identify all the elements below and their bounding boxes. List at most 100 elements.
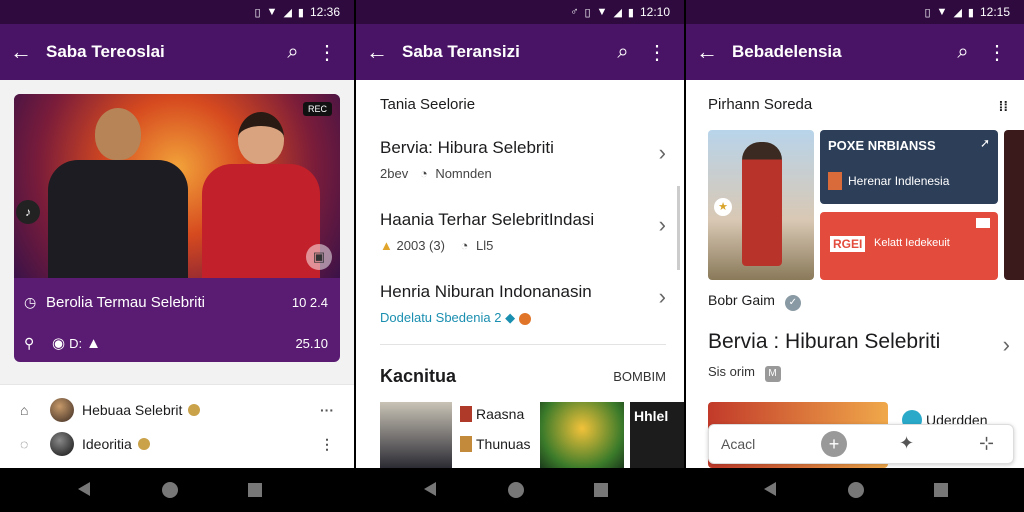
hero-meta-value: 25.10 (295, 335, 328, 351)
cast-icon[interactable]: ▣ (306, 244, 332, 270)
article-meta-a: 2003 (3) (396, 238, 445, 253)
search-icon[interactable]: ⌕ (946, 41, 980, 64)
share-icon[interactable]: ⊹ (979, 433, 994, 454)
overflow-menu-icon[interactable]: ⋮ (980, 40, 1014, 65)
nav-home-icon[interactable] (162, 482, 178, 498)
person-head (238, 112, 284, 164)
article-meta: 2bev ◔ Nomnden (380, 166, 666, 181)
status-bar: ▯ ▼ ◢ ▮ 12:36 (0, 0, 354, 24)
article-item[interactable]: Henria Niburan Indonanasin Dodelatu Sbed… (380, 282, 666, 326)
thumbnail[interactable] (540, 402, 624, 468)
wifi-icon: ▼ (936, 6, 948, 18)
mini-thumb (460, 436, 472, 452)
channel-icon[interactable]: ♪ (16, 200, 40, 224)
nav-recents-icon[interactable] (248, 483, 262, 497)
thumbnail-strip: Raasna Thunuas Hhlel (380, 402, 684, 468)
app-bar: ← Saba Tereoslai ⌕ ⋮ (0, 24, 354, 80)
coin-icon (188, 404, 201, 416)
promo-card[interactable]: RGEI Kelatt Iedekeuit (820, 212, 998, 280)
section-title: Pirhann Soreda (708, 96, 813, 113)
phone-screen-2: ♂ ▯ ▼ ◢ ▮ 12:10 ← Saba Teransizi ⌕ ⋮ Tan… (356, 0, 684, 468)
article-title: Haania Terhar SelebritIndasi (380, 210, 595, 229)
list-item-label: Ideoritia (82, 436, 132, 452)
person-head (95, 108, 141, 160)
share-icon[interactable]: ➚ (980, 136, 990, 150)
bag-icon: ▲ (86, 334, 101, 352)
wifi-icon: ▼ (266, 6, 278, 18)
list-item[interactable]: ◌ Ideoritia ⋮ (0, 427, 354, 461)
signal-icon: ◢ (283, 6, 292, 19)
vibrate-icon: ▯ (584, 6, 591, 19)
overflow-menu-icon[interactable]: ⋮ (310, 40, 344, 65)
search-icon[interactable]: ⌕ (276, 41, 310, 64)
promo-subtitle: Kelatt Iedekeuit (874, 237, 950, 249)
chevron-right-icon[interactable]: › (1003, 332, 1010, 358)
search-icon[interactable]: ⌕ (606, 41, 640, 64)
screens: ▯ ▼ ◢ ▮ 12:36 ← Saba Tereoslai ⌕ ⋮ REC ♪… (0, 0, 1024, 468)
add-circle-icon[interactable]: + (821, 431, 847, 457)
back-arrow-icon[interactable]: ← (696, 39, 732, 65)
article-item[interactable]: Haania Terhar SelebritIndasi ▲ 2003 (3) … (380, 210, 666, 253)
headline[interactable]: Bervia : Hiburan Selebriti (708, 330, 940, 354)
battery-icon: ▮ (967, 6, 974, 19)
promo-card[interactable]: POXE NRBIANSS ➚ Herenar Indlenesia (820, 130, 998, 204)
thumb-icon: ▲ (380, 238, 393, 253)
hero-image: REC ♪ ▣ (14, 94, 340, 278)
bell-icon: ⌂ (20, 402, 29, 418)
toolbar-label[interactable]: Acacl (721, 436, 755, 452)
promo-thumb (828, 172, 842, 190)
status-bar: ▯ ▼ ◢ ▮ 12:15 (686, 0, 1024, 24)
nav-back-icon[interactable] (78, 482, 90, 496)
thumbnail[interactable]: Hhlel (630, 402, 684, 468)
star-icon: ★ (714, 198, 732, 216)
thumbnail[interactable] (380, 402, 452, 468)
scrollbar[interactable] (677, 186, 680, 270)
article-item[interactable]: Bervia: Hibura Selebriti 2bev ◔ Nomnden … (380, 138, 666, 181)
person-body (202, 164, 320, 278)
overflow-menu-icon[interactable]: ⋮ (640, 40, 674, 65)
hero-value: 10 2.4 (291, 295, 328, 310)
back-arrow-icon[interactable]: ← (366, 39, 402, 65)
app-bar: ← Bebadelensia ⌕ ⋮ (686, 24, 1024, 80)
list-item-label: Hebuaa Selebrit (82, 402, 183, 418)
bookmark-icon[interactable]: ✦ (899, 433, 914, 454)
hero-card[interactable]: REC ♪ ▣ ◷ Berolia Termau Selebriti 10 2.… (14, 94, 340, 362)
avatar (50, 398, 74, 422)
badge-row: Bobr Gaim ✓ (708, 292, 801, 311)
back-arrow-icon[interactable]: ← (10, 39, 46, 65)
status-time: 12:15 (979, 5, 1010, 19)
grid-menu-icon[interactable]: ⁞⁞ (999, 98, 1008, 114)
section-title: Tania Seelorie (380, 96, 476, 113)
hero-title-row: ◷ Berolia Termau Selebriti 10 2.4 (24, 294, 328, 311)
battery-icon: ▮ (627, 6, 634, 19)
more-icon[interactable]: ⋮ (320, 436, 334, 453)
person-body (48, 160, 188, 278)
nav-recents-icon[interactable] (594, 483, 608, 497)
chevron-right-icon: › (658, 140, 666, 165)
tag-icon: ◆ (505, 310, 516, 325)
page-title: Saba Teransizi (402, 42, 520, 61)
nav-recents-icon[interactable] (934, 483, 948, 497)
feature-card-partial[interactable] (1004, 130, 1024, 280)
avatar (50, 432, 74, 456)
promo-logo: RGEI (830, 236, 866, 252)
nav-home-icon[interactable] (848, 482, 864, 498)
hero-title: Berolia Termau Selebriti (46, 294, 205, 311)
bottom-toolbar: Acacl + ✦ ⊹ (708, 424, 1014, 464)
nav-home-icon[interactable] (508, 482, 524, 498)
vibrate-icon: ▯ (254, 6, 261, 19)
more-icon[interactable]: ··· (320, 402, 334, 418)
verified-icon: ✓ (784, 295, 801, 311)
athlete-figure (742, 142, 782, 266)
wifi-icon: ▼ (596, 6, 608, 18)
badge-label: Bobr Gaim (708, 292, 775, 308)
section-link[interactable]: BOMBIM (613, 369, 666, 384)
feature-card[interactable]: ★ (708, 130, 814, 280)
nav-back-icon[interactable] (424, 482, 436, 496)
article-title: Henria Niburan Indonanasin (380, 282, 592, 301)
page-title: Saba Tereoslai (46, 42, 165, 61)
nav-back-icon[interactable] (764, 482, 776, 496)
system-nav-bar (0, 468, 1024, 512)
signal-icon: ◢ (613, 6, 622, 19)
list-item[interactable]: ⌂ Hebuaa Selebrit ··· (0, 393, 354, 427)
